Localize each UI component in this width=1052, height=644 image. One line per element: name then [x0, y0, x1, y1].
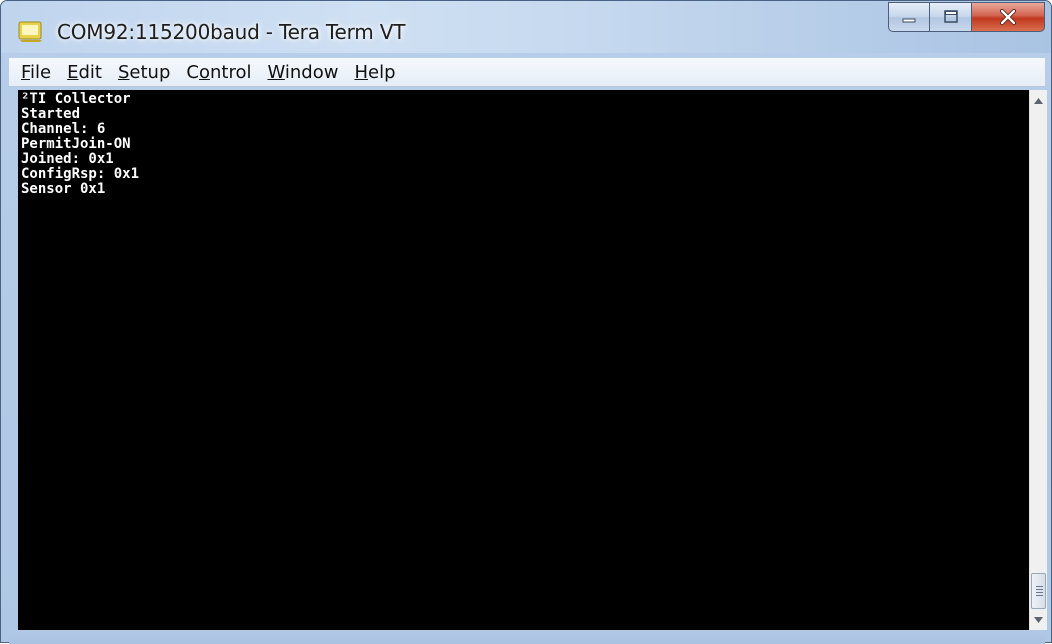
menu-window[interactable]: Window: [261, 62, 344, 83]
menu-help-mnemonic: H: [354, 61, 368, 83]
minimize-button[interactable]: [888, 2, 930, 32]
terminal-line: ConfigRsp: 0x1: [21, 166, 140, 182]
thumb-grip-line: [1036, 586, 1043, 587]
scroll-up-button[interactable]: [1030, 92, 1047, 109]
thumb-grip-line: [1036, 589, 1043, 590]
maximize-button[interactable]: [930, 2, 972, 32]
menu-bar: File Edit Setup Control Window Help: [9, 58, 1045, 87]
menu-file[interactable]: File: [15, 62, 57, 83]
tera-term-window: COM92:115200baud - Tera Term VT File Edi…: [0, 0, 1052, 644]
thumb-grip-line: [1036, 592, 1043, 593]
menu-setup[interactable]: Setup: [112, 62, 176, 83]
menu-control-mnemonic: o: [198, 61, 210, 83]
vertical-scrollbar[interactable]: [1029, 90, 1047, 630]
terminal-line: Sensor 0x1: [21, 181, 106, 197]
scroll-up-arrow-icon: [1034, 97, 1043, 104]
menu-edit[interactable]: Edit: [61, 62, 108, 83]
menu-help-label: elp: [368, 61, 396, 83]
terminal-line: Joined: 0x1: [21, 151, 114, 167]
tera-term-icon[interactable]: [18, 19, 44, 43]
menu-window-mnemonic: W: [267, 61, 285, 83]
menu-edit-label: dit: [78, 61, 102, 83]
thumb-grip-line: [1036, 595, 1043, 596]
caption-buttons: [888, 2, 1045, 34]
scroll-down-button[interactable]: [1030, 611, 1047, 628]
terminal-line: PermitJoin-ON: [21, 136, 131, 152]
title-bar[interactable]: COM92:115200baud - Tera Term VT: [1, 1, 1051, 53]
menu-control-prefix: C: [186, 61, 199, 83]
menu-control-label: ntrol: [209, 61, 252, 83]
menu-help[interactable]: Help: [348, 62, 401, 83]
menu-setup-label: etup: [129, 61, 171, 83]
maximize-icon: [943, 10, 958, 23]
menu-control[interactable]: Control: [180, 62, 257, 83]
terminal-line: Started: [21, 106, 81, 122]
window-bottom-border: [9, 630, 1045, 644]
menu-window-label: indow: [284, 61, 339, 83]
scroll-thumb[interactable]: [1031, 573, 1046, 609]
terminal-screen[interactable]: ²TI Collector Started Channel: 6 PermitJ…: [18, 90, 1029, 630]
terminal-line: ²TI Collector: [21, 91, 131, 107]
window-title: COM92:115200baud - Tera Term VT: [57, 20, 406, 44]
terminal-output: ²TI Collector Started Channel: 6 PermitJ…: [18, 92, 139, 197]
menu-setup-mnemonic: S: [117, 61, 130, 83]
scroll-down-arrow-icon: [1034, 616, 1043, 623]
terminal-line: Channel: 6: [21, 121, 106, 137]
minimize-icon: [902, 18, 916, 23]
menu-file-mnemonic: F: [21, 61, 31, 83]
menu-file-label: ile: [30, 61, 52, 83]
close-icon: [1000, 9, 1016, 25]
close-button[interactable]: [972, 2, 1045, 32]
menu-edit-mnemonic: E: [67, 61, 79, 83]
